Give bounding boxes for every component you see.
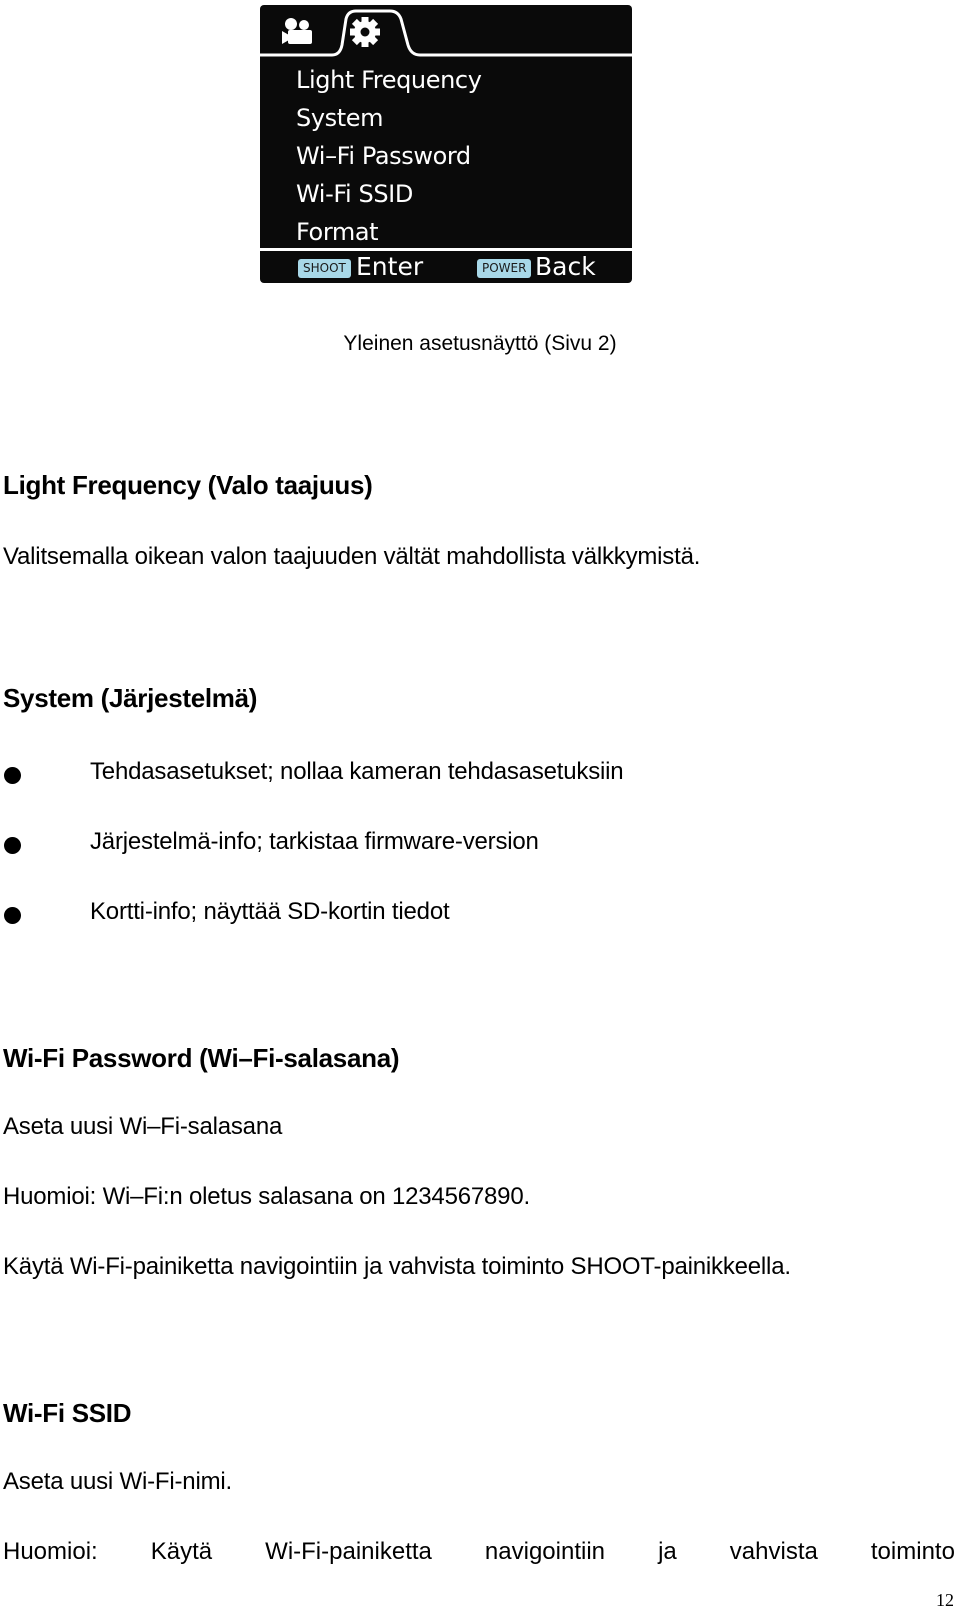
system-bullet-1: Tehdasasetukset; nollaa kameran tehdasas… bbox=[90, 758, 624, 785]
page-number: 12 bbox=[936, 1590, 954, 1610]
settings-menu: Light Frequency System Wi–Fi Password Wi… bbox=[296, 61, 482, 251]
system-bullet-3: Kortti-info; näyttää SD-kortin tiedot bbox=[90, 898, 450, 925]
tab-bar bbox=[260, 5, 632, 58]
light-frequency-text: Valitsemalla oikean valon taajuuden vält… bbox=[3, 543, 701, 570]
heading-wifi-password: Wi-Fi Password (Wi–Fi-salasana) bbox=[3, 1043, 400, 1073]
heading-light-frequency: Light Frequency (Valo taajuus) bbox=[3, 470, 373, 500]
word: vahvista bbox=[729, 1538, 818, 1565]
camera-settings-screen: Light Frequency System Wi–Fi Password Wi… bbox=[260, 5, 632, 283]
wifi-password-line-3: Käytä Wi-Fi-painiketta navigointiin ja v… bbox=[3, 1253, 791, 1280]
camera-footer: SHOOT Enter POWER Back bbox=[260, 251, 632, 283]
word: ja bbox=[658, 1538, 677, 1565]
menu-item-light-frequency[interactable]: Light Frequency bbox=[296, 61, 482, 99]
word: toiminto bbox=[870, 1538, 955, 1565]
system-bullet-2: Järjestelmä-info; tarkistaa firmware-ver… bbox=[90, 828, 539, 855]
menu-item-format[interactable]: Format bbox=[296, 213, 482, 251]
bullet-icon bbox=[4, 837, 21, 854]
enter-label: Enter bbox=[356, 252, 424, 281]
word: navigointiin bbox=[484, 1538, 606, 1565]
wifi-ssid-line-2: Huomioi: Käytä Wi-Fi-painiketta navigoin… bbox=[3, 1538, 955, 1566]
word: Wi-Fi-painiketta bbox=[265, 1538, 432, 1565]
heading-system: System (Järjestelmä) bbox=[3, 683, 258, 713]
menu-item-system[interactable]: System bbox=[296, 99, 482, 137]
bullet-icon bbox=[4, 907, 21, 924]
menu-item-wifi-ssid[interactable]: Wi-Fi SSID bbox=[296, 175, 482, 213]
menu-item-wifi-password[interactable]: Wi–Fi Password bbox=[296, 137, 482, 175]
bullet-icon bbox=[4, 767, 21, 784]
word: Huomioi: bbox=[3, 1538, 98, 1565]
back-label: Back bbox=[535, 252, 596, 281]
shoot-key-badge[interactable]: SHOOT bbox=[298, 259, 351, 278]
figure-caption: Yleinen asetusnäyttö (Sivu 2) bbox=[343, 332, 617, 355]
heading-wifi-ssid: Wi-Fi SSID bbox=[3, 1398, 132, 1428]
wifi-password-line-2: Huomioi: Wi–Fi:n oletus salasana on 1234… bbox=[3, 1183, 530, 1210]
wifi-password-line-1: Aseta uusi Wi–Fi-salasana bbox=[3, 1113, 283, 1140]
video-camera-icon[interactable] bbox=[282, 17, 318, 47]
wifi-ssid-line-1: Aseta uusi Wi-Fi-nimi. bbox=[3, 1468, 232, 1495]
power-key-badge[interactable]: POWER bbox=[477, 259, 532, 278]
word: Käytä bbox=[150, 1538, 213, 1565]
gear-icon[interactable] bbox=[349, 16, 381, 48]
